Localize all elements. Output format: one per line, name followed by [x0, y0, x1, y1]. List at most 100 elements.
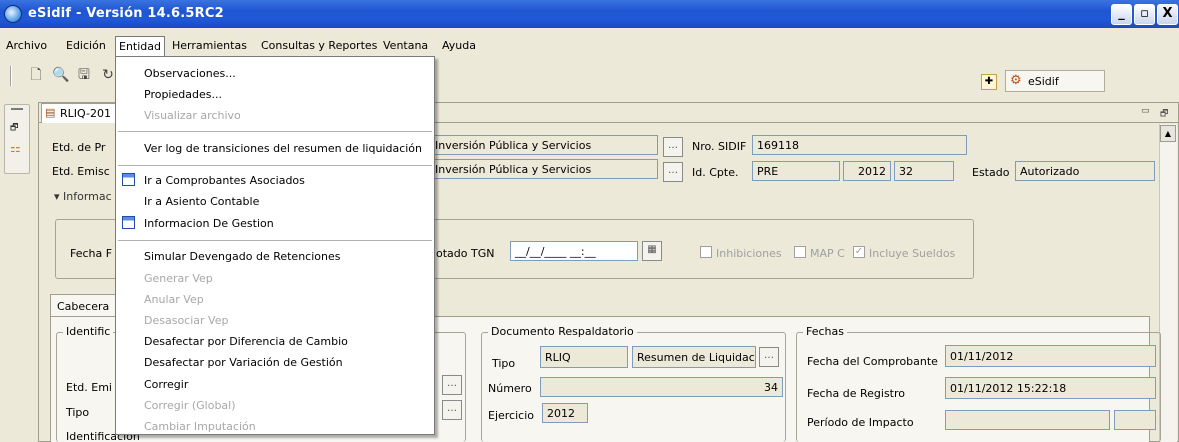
menu-item-ir-asiento[interactable]: Ir a Asiento Contable [116, 190, 434, 212]
doc-tipo-lookup-button[interactable]: … [759, 347, 779, 367]
left-side-panel: 🗗 ⚏ [4, 104, 30, 174]
menu-item-simular-devengado[interactable]: Simular Devengado de Retenciones [116, 245, 434, 267]
identificacion-title: Identific [63, 325, 114, 338]
doc-tipo-field[interactable]: RLIQ [540, 346, 628, 368]
menu-item-info-gestion[interactable]: Informacion De Gestion [116, 212, 434, 234]
fecha-reg-field: 01/11/2012 15:22:18 [945, 377, 1156, 399]
new-document-icon[interactable]: 🗋 [28, 67, 44, 83]
menu-item-anular-vep: Anular Vep [144, 293, 204, 306]
minimize-panel-icon[interactable] [11, 108, 23, 110]
menu-consultas-reportes[interactable]: Consultas y Reportes [261, 39, 377, 52]
menu-herramientas[interactable]: Herramientas [172, 39, 247, 52]
vertical-scrollbar[interactable] [1159, 124, 1177, 442]
doc-numero-label: Número [488, 382, 532, 395]
title-bar: eSidif - Versión 14.6.5RC2 _ ▫ X [0, 0, 1179, 28]
document-icon: ▤ [45, 106, 56, 119]
etd-pr-label: Etd. de Pr [52, 141, 106, 154]
window-icon [122, 173, 135, 186]
map-c-label: MAP C [810, 247, 845, 260]
calendar-icon[interactable]: ▦ [642, 241, 662, 261]
fecha-cpte-label: Fecha del Comprobante [807, 355, 938, 368]
doc-tipo-label: Tipo [492, 357, 516, 370]
nro-sidif-label: Nro. SIDIF [692, 140, 747, 153]
menu-archivo[interactable]: Archivo [6, 39, 47, 52]
doc-ejercicio-field[interactable]: 2012 [542, 403, 588, 423]
id-cpte-label: Id. Cpte. [692, 166, 739, 179]
menu-separator [118, 240, 432, 241]
menu-item-ir-comprobantes-label: Ir a Comprobantes Asociados [144, 174, 305, 187]
restore-panel-icon[interactable]: 🗗 [10, 120, 18, 136]
tree-view-icon[interactable]: ⚏ [10, 141, 21, 155]
inhibiciones-label: Inhibiciones [716, 247, 782, 260]
esidif-label: eSidif [1028, 75, 1059, 88]
documento-respaldatorio-title: Documento Respaldatorio [488, 325, 637, 338]
periodo-field [945, 410, 1110, 430]
app-icon [4, 5, 22, 23]
menu-item-desafectar-cambio[interactable]: Desafectar por Diferencia de Cambio [116, 330, 434, 352]
map-c-checkbox[interactable] [794, 246, 806, 258]
view-maximize-icon[interactable]: 🗗 [1160, 106, 1168, 122]
menu-entidad[interactable]: Entidad [115, 36, 165, 56]
inhibiciones-checkbox[interactable] [700, 246, 712, 258]
entidad-dropdown-menu: Observaciones... Propiedades... Visualiz… [115, 56, 435, 435]
menu-item-ver-log[interactable]: Ver log de transiciones del resumen de l… [116, 137, 434, 159]
search-icon[interactable]: 🔍 [52, 67, 69, 83]
toolbar-grip [10, 66, 12, 86]
menu-item-ir-comprobantes[interactable]: Ir a Comprobantes Asociados [116, 169, 434, 191]
etd-emi2-label: Etd. Emi [66, 381, 112, 394]
fecha-reg-label: Fecha de Registro [807, 387, 906, 400]
id-cpte-tipo-field[interactable]: PRE [752, 161, 840, 181]
esidif-icon: ⚙ [1010, 73, 1022, 88]
menu-edicion[interactable]: Edición [66, 39, 106, 52]
perspective-icon[interactable]: ✚ [981, 74, 997, 90]
periodo-field-2 [1114, 410, 1156, 430]
etd-emi2-lookup-button[interactable]: … [442, 375, 462, 395]
refresh-icon[interactable]: ↻ [100, 67, 116, 83]
menu-item-visualizar-archivo: Visualizar archivo [144, 109, 241, 122]
view-minimize-icon[interactable]: ▭ [1141, 106, 1150, 116]
etd-emis-field[interactable]: Inversión Pública y Servicios [430, 159, 658, 179]
tab-cabecera[interactable]: Cabecera [50, 294, 120, 316]
doc-tipo-desc-field: Resumen de Liquidac [632, 346, 756, 368]
window-title: eSidif - Versión 14.6.5RC2 [28, 6, 224, 21]
minimize-button[interactable]: _ [1111, 4, 1132, 25]
id-cpte-num-field[interactable]: 32 [894, 161, 954, 181]
nro-sidif-field[interactable]: 169118 [752, 135, 967, 155]
menu-item-propiedades[interactable]: Propiedades... [116, 83, 434, 105]
esidif-perspective-button[interactable]: ⚙ eSidif [1005, 70, 1105, 92]
fecha-label: Fecha F [70, 247, 113, 260]
incluye-sueldos-label: Incluye Sueldos [869, 247, 956, 260]
menu-item-info-gestion-label: Informacion De Gestion [144, 217, 274, 230]
informacion-label: Informac [63, 190, 112, 203]
menu-ventana[interactable]: Ventana [383, 39, 428, 52]
etd-emis-label: Etd. Emisc [52, 165, 110, 178]
menu-item-corregir[interactable]: Corregir [116, 373, 434, 395]
save-icon[interactable]: 🖫 [76, 67, 92, 83]
menu-separator [118, 131, 432, 132]
menu-ayuda[interactable]: Ayuda [442, 39, 476, 52]
tab-rliq-label: RLIQ-201 [60, 107, 111, 120]
tipo2-lookup-button[interactable]: … [442, 400, 462, 420]
doc-numero-field[interactable]: 34 [540, 377, 783, 397]
close-button[interactable]: X [1157, 4, 1178, 25]
etd-pr-field[interactable]: Inversión Pública y Servicios [430, 135, 658, 155]
menu-item-desasociar-vep: Desasociar Vep [144, 314, 229, 327]
etd-pr-lookup-button[interactable]: … [663, 137, 683, 157]
informacion-toggle[interactable]: ▾ Informac [54, 190, 112, 203]
restore-button[interactable]: ▫ [1134, 4, 1155, 25]
incluye-sueldos-checkbox[interactable]: ✓ [853, 246, 865, 258]
fecha-tgn-field[interactable]: __/__/____ __:__ [510, 241, 638, 261]
menu-item-observaciones[interactable]: Observaciones... [116, 62, 434, 84]
menu-item-desafectar-gestion[interactable]: Desafectar por Variación de Gestión [116, 351, 434, 373]
otado-tgn-label: otado TGN [436, 247, 495, 260]
periodo-label: Período de Impacto [807, 416, 914, 429]
window-icon [122, 216, 135, 229]
id-cpte-anio-field[interactable]: 2012 [843, 161, 891, 181]
menu-separator [118, 165, 432, 166]
doc-ejercicio-label: Ejercicio [488, 409, 534, 422]
etd-emis-lookup-button[interactable]: … [663, 162, 683, 182]
menu-item-cambiar-imputacion: Cambiar Imputación [144, 420, 256, 433]
fecha-cpte-field: 01/11/2012 [945, 345, 1156, 367]
scroll-up-icon[interactable]: ▲ [1160, 125, 1176, 142]
menu-item-corregir-global: Corregir (Global) [144, 399, 236, 412]
